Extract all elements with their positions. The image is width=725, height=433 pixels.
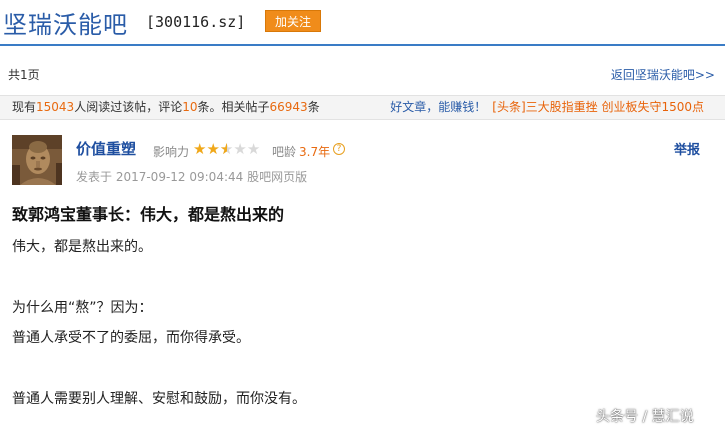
star-icon: ★ — [193, 140, 207, 158]
comments-suffix: 条。相关帖子 — [197, 100, 270, 114]
influence-stars: ★★★★★★ — [193, 140, 260, 158]
star-icon: ★★ — [219, 140, 234, 158]
watermark: 头条号 / 慧汇说 — [596, 409, 694, 425]
bar-age-value: 3.7年 — [299, 145, 331, 159]
bar-header: 坚瑞沃能吧 [300116.sz] 加关注 — [0, 0, 725, 46]
read-stats: 现有15043人阅读过该帖，评论10条。相关帖子66943条 — [12, 96, 320, 119]
related-suffix: 条 — [307, 100, 320, 114]
post-meta: 价值重塑 影响力 ★★★★★★ 吧龄 3.7年 ? 举报 发表于 2017-09… — [0, 120, 725, 196]
comments-count[interactable]: 10 — [182, 100, 197, 114]
post-paragraph: 为什么用“熬”？因为： — [12, 300, 153, 316]
headline-link[interactable]: [头条]三大股指重挫 创业板失守1500点 — [492, 100, 704, 114]
report-button[interactable]: 举报 — [674, 139, 700, 158]
stock-code: [300116.sz] — [146, 13, 246, 31]
bar-title[interactable]: 坚瑞沃能吧 — [3, 5, 128, 40]
readers-count: 15043 — [36, 100, 75, 114]
post-paragraph: 普通人承受不了的委屈，而你得承受。 — [12, 330, 250, 346]
avatar[interactable] — [12, 135, 62, 185]
star-icon: ★ — [246, 140, 261, 158]
post-title: 致郭鸿宝董事长：伟大，都是熬出来的 — [12, 205, 285, 224]
info-bar: 现有15043人阅读过该帖，评论10条。相关帖子66943条 好文章，能赚钱！ [… — [0, 95, 725, 120]
star-icon: ★ — [206, 140, 220, 158]
good-article-link[interactable]: 好文章，能赚钱！ — [390, 100, 486, 114]
promo-links: 好文章，能赚钱！ [头条]三大股指重挫 创业板失守1500点 — [390, 96, 704, 119]
star-icon: ★ — [233, 140, 247, 158]
post-paragraph: 普通人需要别人理解、安慰和鼓励，而你没有。 — [12, 391, 306, 407]
total-pages: 共1页 — [8, 68, 40, 82]
related-count[interactable]: 66943 — [270, 100, 308, 114]
influence-label: 影响力 — [153, 145, 190, 159]
follow-button[interactable]: 加关注 — [265, 10, 321, 32]
post-paragraph: 伟大，都是熬出来的。 — [12, 239, 152, 255]
post-time: 发表于 2017-09-12 09:04:44 股吧网页版 — [76, 170, 308, 184]
help-icon[interactable]: ? — [333, 143, 345, 155]
author-name[interactable]: 价值重塑 — [76, 138, 136, 159]
read-stats-prefix: 现有 — [12, 100, 37, 114]
pager-row: 共1页 返回坚瑞沃能吧>> — [0, 64, 725, 84]
back-to-bar-link[interactable]: 返回坚瑞沃能吧>> — [611, 66, 715, 83]
avatar-image — [12, 135, 62, 185]
bar-age-label: 吧龄 — [272, 145, 297, 159]
readers-suffix: 人阅读过该帖，评论 — [74, 100, 183, 114]
